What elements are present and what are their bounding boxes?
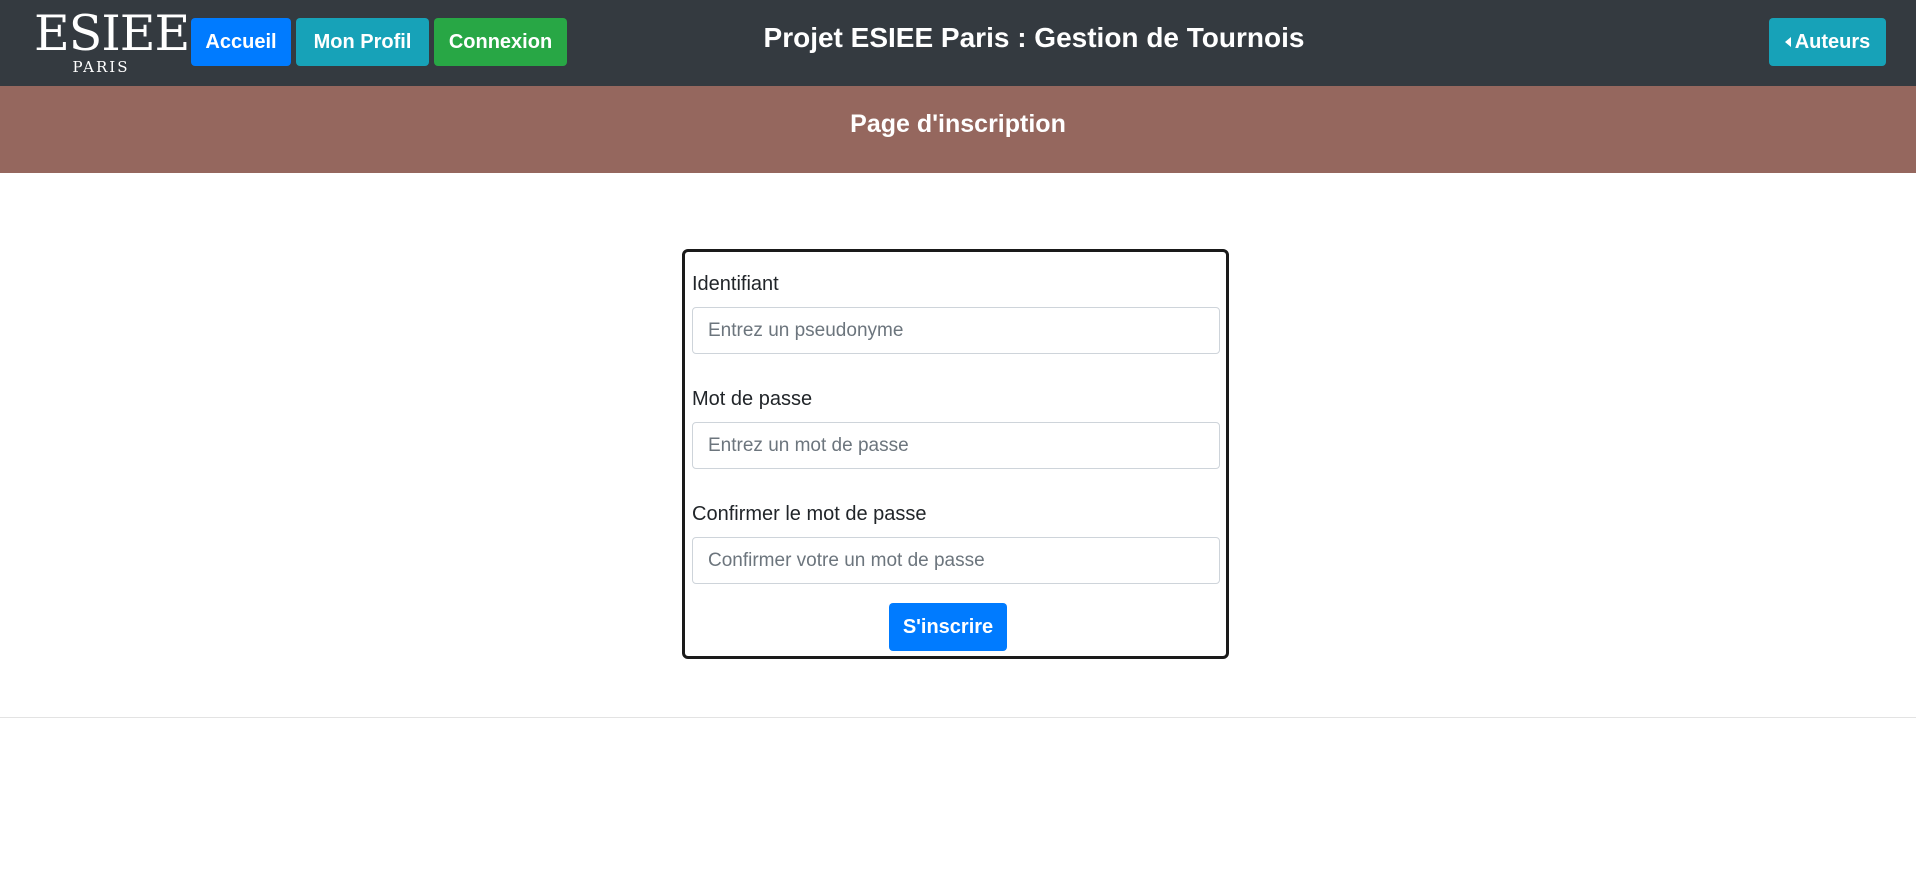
page-banner: Page d'inscription [0, 86, 1916, 173]
mon-profil-button[interactable]: Mon Profil [296, 18, 429, 66]
page-title: Page d'inscription [850, 110, 1066, 138]
caret-left-icon [1784, 37, 1791, 47]
footer-divider [0, 717, 1916, 718]
navbar: ESIEE PARIS Accueil Mon Profil Connexion… [0, 0, 1916, 86]
signup-form: Identifiant Mot de passe Confirmer le mo… [682, 249, 1229, 659]
confirm-password-label: Confirmer le mot de passe [692, 503, 927, 525]
auteurs-button[interactable]: Auteurs [1769, 18, 1886, 66]
auteurs-label: Auteurs [1794, 30, 1871, 53]
identifiant-label: Identifiant [692, 273, 779, 295]
app-title: Projet ESIEE Paris : Gestion de Tournois [763, 22, 1305, 53]
confirm-password-input[interactable] [692, 537, 1220, 584]
connexion-button[interactable]: Connexion [434, 18, 567, 66]
password-label: Mot de passe [692, 388, 813, 410]
password-input[interactable] [692, 422, 1220, 469]
sinscrire-button[interactable]: S'inscrire [889, 603, 1007, 651]
logo-subtext: PARIS [72, 58, 130, 76]
logo-text: ESIEE [34, 5, 190, 62]
identifiant-input[interactable] [692, 307, 1220, 354]
accueil-button[interactable]: Accueil [191, 18, 291, 66]
esiee-logo[interactable]: ESIEE PARIS [34, 5, 190, 77]
